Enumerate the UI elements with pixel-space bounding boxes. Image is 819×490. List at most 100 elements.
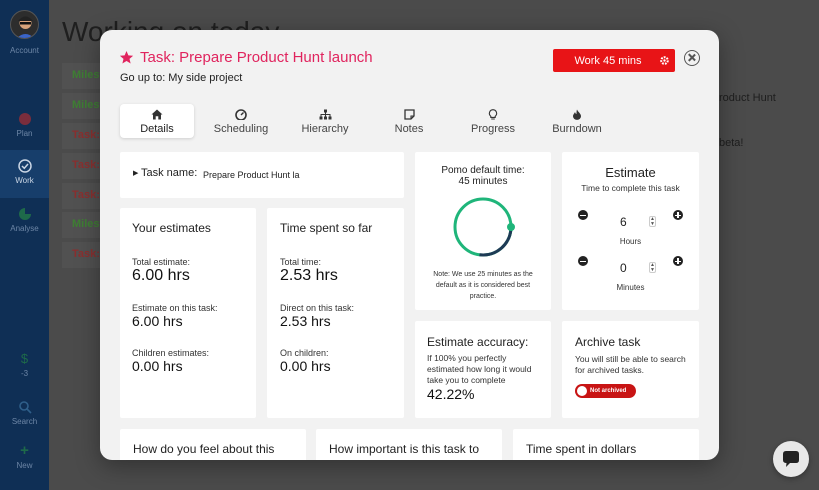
note-icon <box>403 109 415 120</box>
total-estimate-label: Total estimate: <box>132 257 191 267</box>
accuracy-value: 42.22% <box>427 386 475 402</box>
task-modal: Task: Prepare Product Hunt launch Go up … <box>100 30 719 460</box>
chat-button[interactable] <box>773 441 809 477</box>
tab-notes[interactable]: Notes <box>372 104 446 138</box>
background-text: beta! <box>719 137 744 149</box>
gear-icon[interactable] <box>653 49 675 72</box>
children-time-label: On children: <box>280 348 329 358</box>
tab-label: Burndown <box>552 123 602 135</box>
star-icon[interactable] <box>119 50 134 65</box>
hours-increment-button[interactable] <box>673 210 683 220</box>
sidebar-item-plan[interactable]: Plan <box>0 108 49 142</box>
feel-title: How do you feel about this <box>133 442 275 456</box>
your-estimates-title: Your estimates <box>132 221 211 235</box>
pomo-knob[interactable] <box>507 223 515 231</box>
breadcrumb[interactable]: Go up to: My side project <box>120 72 242 84</box>
chat-bubble-icon <box>783 451 799 467</box>
dollars-title: Time spent in dollars <box>526 442 637 456</box>
minutes-label: Minutes <box>616 283 645 292</box>
hours-decrement-button[interactable] <box>578 210 588 220</box>
dollar-icon: $ <box>20 351 29 366</box>
sidebar-item-label: Analyse <box>10 224 39 233</box>
gauge-icon <box>235 109 247 120</box>
archive-text: You will still be able to search for arc… <box>575 354 686 375</box>
minutes-spinner[interactable]: ▲ ▼ <box>649 262 656 273</box>
time-spent-title: Time spent so far <box>280 221 373 235</box>
tab-details[interactable]: Details <box>120 104 194 138</box>
importance-title: How important is this task to <box>329 442 480 456</box>
archive-toggle[interactable]: Not archived <box>575 384 636 398</box>
task-name-label: Task name: <box>141 167 198 179</box>
archive-card: Archive task You will still be able to s… <box>562 321 699 418</box>
estimate-subtitle: Time to complete this task <box>581 183 680 193</box>
pie-chart-icon <box>18 207 32 221</box>
tab-label: Notes <box>394 123 424 135</box>
tab-label: Progress <box>470 123 516 135</box>
sidebar-item-new[interactable]: + New <box>0 443 49 470</box>
estimate-card: Estimate Time to complete this task 6 ▲ ▼… <box>562 152 699 310</box>
hours-input[interactable]: 6 <box>620 215 627 229</box>
sidebar: Account Plan Work Analyse $ -3 Search + … <box>0 0 49 490</box>
plan-icon <box>18 112 32 126</box>
sidebar-item-analyse[interactable]: Analyse <box>0 207 49 241</box>
work-button-label: Work 45 mins <box>574 54 642 67</box>
direct-time-label: Direct on this task: <box>280 303 355 313</box>
tab-burndown[interactable]: Burndown <box>540 104 614 138</box>
flame-icon <box>573 109 581 120</box>
sidebar-item-label: Search <box>11 417 38 426</box>
sidebar-item-account[interactable]: Account <box>0 46 49 55</box>
tab-progress[interactable]: Progress <box>456 104 530 138</box>
pomo-value: 45 minutes <box>458 176 508 187</box>
modal-title: Task: Prepare Product Hunt launch <box>119 49 373 66</box>
tab-label: Details <box>140 123 174 135</box>
tab-hierarchy[interactable]: Hierarchy <box>288 104 362 138</box>
task-estimate-value: 6.00 hrs <box>132 313 183 329</box>
pomo-note: Note: We use 25 minutes as the default a… <box>433 271 533 300</box>
time-spent-card: Time spent so far Total time: 2.53 hrs D… <box>267 208 404 418</box>
search-icon <box>18 400 32 414</box>
task-name-card: ▶ Task name: Prepare Product Hunt la <box>120 152 404 198</box>
pomo-card: Pomo default time: 45 minutes Note: We u… <box>415 152 551 310</box>
sidebar-item-money[interactable]: $ -3 <box>0 351 49 379</box>
accuracy-card: Estimate accuracy: If 100% you perfectly… <box>415 321 551 418</box>
avatar[interactable] <box>10 10 39 39</box>
accuracy-title: Estimate accuracy: <box>427 335 529 349</box>
sidebar-item-search[interactable]: Search <box>0 400 49 426</box>
sidebar-item-label: Account <box>10 46 39 55</box>
check-circle-icon <box>17 159 32 173</box>
total-time-label: Total time: <box>280 257 322 267</box>
tab-label: Scheduling <box>213 123 269 135</box>
minutes-increment-button[interactable] <box>673 256 683 266</box>
your-estimates-card: Your estimates Total estimate: 6.00 hrs … <box>120 208 256 418</box>
tab-scheduling[interactable]: Scheduling <box>204 104 278 138</box>
home-icon <box>151 109 163 120</box>
task-estimate-label: Estimate on this task: <box>132 303 218 313</box>
archive-title: Archive task <box>575 335 641 349</box>
work-button[interactable]: Work 45 mins <box>553 49 675 72</box>
hours-spinner[interactable]: ▲ ▼ <box>649 216 656 227</box>
minutes-decrement-button[interactable] <box>578 256 588 266</box>
lightbulb-icon <box>488 109 498 120</box>
total-time-value: 2.53 hrs <box>280 267 338 284</box>
hours-label: Hours <box>619 237 642 246</box>
children-time-value: 0.00 hrs <box>280 358 331 374</box>
sidebar-item-label: -3 <box>20 369 29 378</box>
sidebar-item-label: Plan <box>16 129 33 138</box>
tab-label: Hierarchy <box>301 123 349 135</box>
sidebar-item-label: Work <box>15 176 34 185</box>
close-icon[interactable] <box>684 50 700 66</box>
background-text: roduct Hunt <box>719 92 776 104</box>
sidebar-item-work[interactable]: Work <box>0 150 49 198</box>
caret-right-icon[interactable]: ▶ <box>133 169 138 177</box>
minutes-input[interactable]: 0 <box>620 261 627 275</box>
children-estimate-value: 0.00 hrs <box>132 358 183 374</box>
dollars-card: Time spent in dollars <box>513 429 699 460</box>
estimate-title: Estimate <box>605 165 656 180</box>
pomo-progress-ring[interactable] <box>450 194 516 260</box>
pomo-title: Pomo default time: <box>441 165 525 176</box>
task-name-input[interactable]: Prepare Product Hunt la <box>203 170 307 180</box>
children-estimate-label: Children estimates: <box>132 348 210 358</box>
modal-title-text: Task: Prepare Product Hunt launch <box>140 49 373 66</box>
sitemap-icon <box>319 109 331 120</box>
total-estimate-value: 6.00 hrs <box>132 267 190 284</box>
